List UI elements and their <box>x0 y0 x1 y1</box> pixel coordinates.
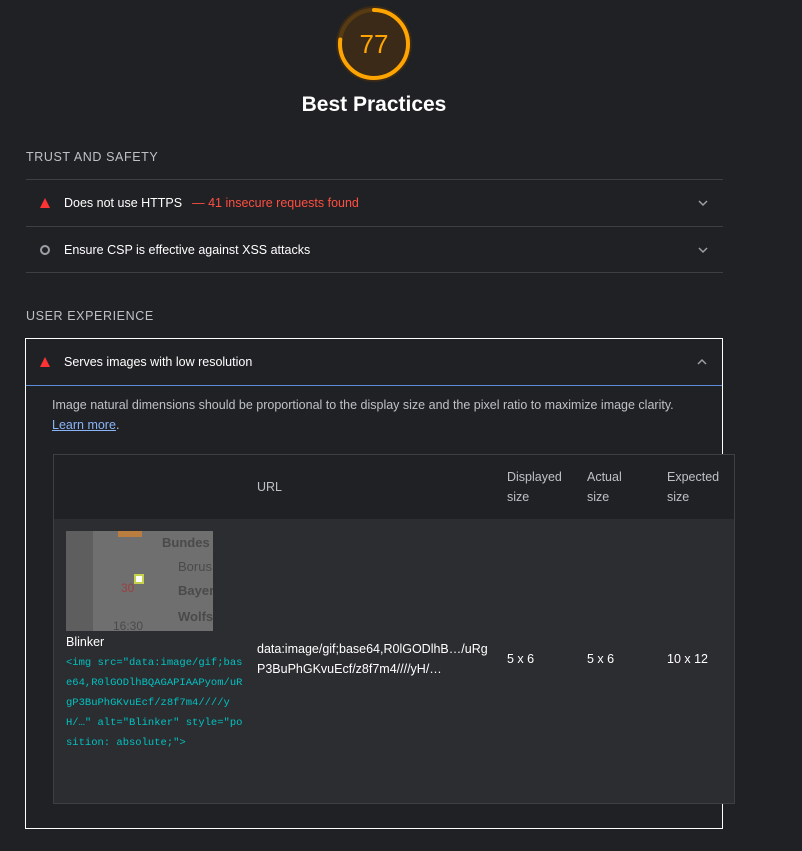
score-gauge: 77 <box>336 6 412 82</box>
details-table: URL Displayed size Actual size Expected … <box>53 454 735 804</box>
highlighted-element-box <box>134 574 144 584</box>
header-expected-size: Expected size <box>667 470 720 504</box>
category-title: Best Practices <box>301 93 447 116</box>
audit-title: Ensure CSP is effective against XSS atta… <box>64 242 311 257</box>
node-label: Blinker <box>66 635 105 649</box>
header-url: URL <box>257 480 283 494</box>
thumb-text: Borus <box>178 559 212 574</box>
audit-csp-xss[interactable]: Ensure CSP is effective against XSS atta… <box>26 226 723 273</box>
score-value: 77 <box>359 28 389 59</box>
fail-triangle-icon <box>40 357 50 367</box>
thumb-text: Bundes <box>162 535 210 550</box>
group-title-user-experience: User Experience <box>26 309 154 323</box>
displayed-size-cell: 5 x 6 <box>507 652 535 666</box>
table-row: Bundes Borus Bayer Wolfs 30 16:30 Blinke… <box>54 519 734 803</box>
chevron-up-icon[interactable] <box>696 356 708 368</box>
header-displayed-size: Displayed size <box>507 470 562 504</box>
audit-description: Image natural dimensions should be propo… <box>52 398 674 432</box>
thumb-text: Wolfs <box>178 609 213 624</box>
chevron-down-icon[interactable] <box>697 244 709 256</box>
audit-low-resolution-images[interactable]: Serves images with low resolution <box>26 339 722 386</box>
group-title-trust-and-safety: Trust and Safety <box>26 150 159 164</box>
element-screenshot-thumbnail: Bundes Borus Bayer Wolfs 30 16:30 <box>66 531 213 631</box>
audit-low-resolution-images-expanded: Serves images with low resolution Image … <box>25 338 735 829</box>
info-circle-icon <box>40 244 50 255</box>
audit-does-not-use-https[interactable]: Does not use HTTPS — 41 insecure request… <box>26 179 723 226</box>
actual-size-cell: 5 x 6 <box>587 652 615 666</box>
header-actual-size: Actual size <box>587 470 622 504</box>
fail-triangle-icon <box>40 198 50 208</box>
audit-title: Serves images with low resolution <box>64 355 253 369</box>
thumb-text: 16:30 <box>113 619 144 631</box>
node-snippet: <img src="data:image/gif;base64,R0lGODlh… <box>66 657 243 749</box>
url-cell: data:image/gif;base64,R0lGODlhB…/uRgP3Bu… <box>257 642 488 676</box>
audit-title: Does not use HTTPS <box>64 196 183 210</box>
thumb-text: 30 <box>121 581 135 595</box>
audit-display-value: — 41 insecure requests found <box>192 196 359 210</box>
description-text: Image natural dimensions should be propo… <box>52 398 674 412</box>
expected-size-cell: 10 x 12 <box>667 652 709 666</box>
chevron-down-icon[interactable] <box>697 197 709 209</box>
thumb-text: Bayer <box>178 583 213 598</box>
learn-more-link[interactable]: Learn more <box>52 418 116 432</box>
table-header: URL Displayed size Actual size Expected … <box>54 455 734 519</box>
